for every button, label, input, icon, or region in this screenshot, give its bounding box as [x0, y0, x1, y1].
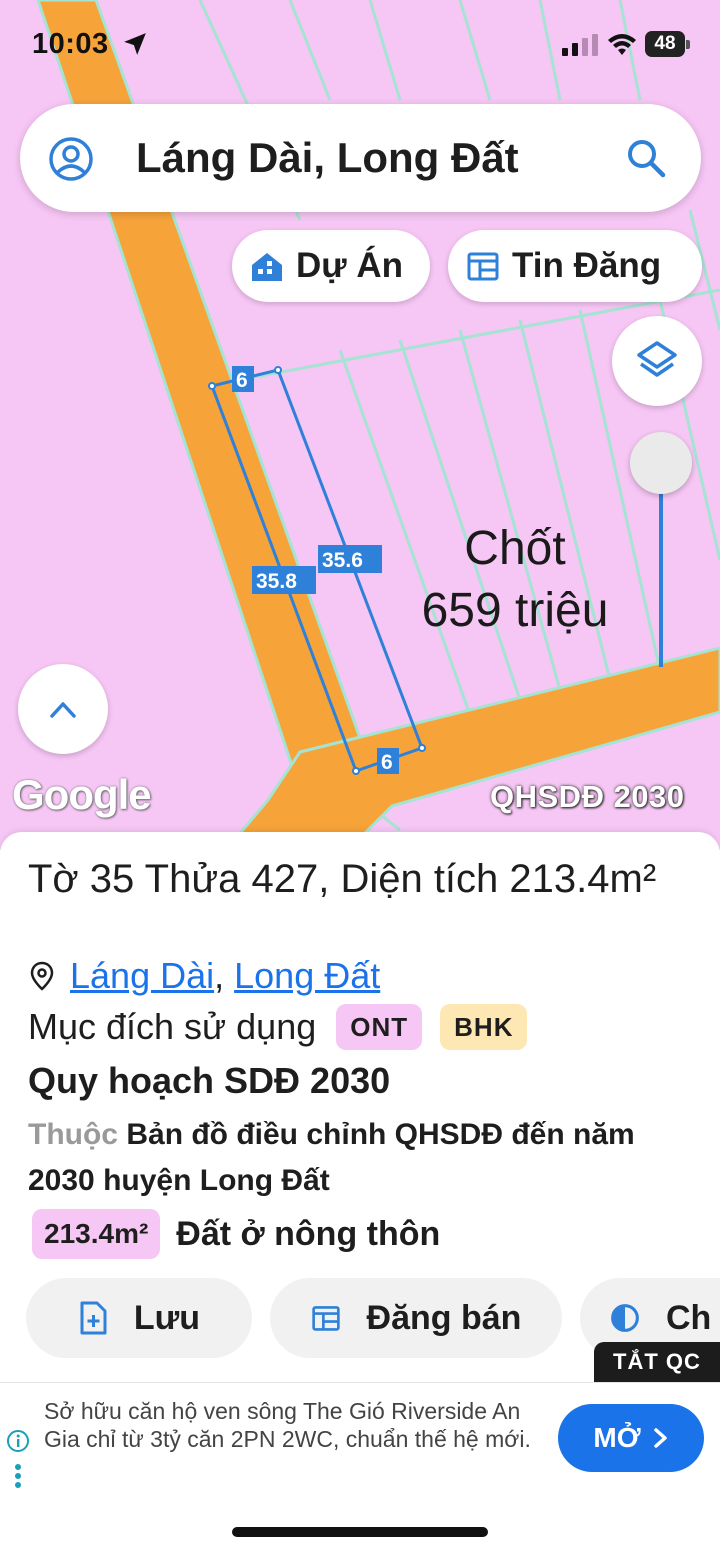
- purpose-tag-bhk: BHK: [440, 1004, 528, 1050]
- land-use-purpose: Mục đích sử dụng ONT BHK: [28, 1002, 528, 1052]
- add-file-icon: [80, 1301, 107, 1335]
- cellular-signal-icon: [562, 34, 598, 56]
- layer-opacity-slider[interactable]: [630, 432, 692, 668]
- wifi-icon: [608, 34, 636, 55]
- annotation-line-2: 659 triệu: [421, 584, 609, 637]
- zoning-area-label: Đất ở nông thôn: [176, 1214, 441, 1253]
- slider-knob[interactable]: [630, 432, 692, 494]
- search-query-text[interactable]: Láng Dài, Long Đất: [136, 134, 519, 182]
- chevron-right-icon: [653, 1428, 667, 1448]
- chevron-up-icon: [50, 702, 76, 718]
- post-button-label: Đăng bán: [366, 1298, 522, 1337]
- parcel-address: Láng Dài , Long Đất: [30, 955, 380, 997]
- save-button[interactable]: Lưu: [26, 1278, 252, 1358]
- contrast-button-label: Ch: [666, 1298, 712, 1337]
- parcel-title: Tờ 35 Thửa 427, Diện tích 213.4m²: [28, 857, 657, 901]
- zoning-area-value: 213.4m²: [32, 1209, 161, 1259]
- projects-chip[interactable]: Dự Án: [232, 230, 430, 302]
- location-arrow-icon: [124, 33, 146, 55]
- ad-open-label: MỞ: [593, 1422, 641, 1453]
- dimension-bottom-label: 6: [381, 751, 393, 774]
- map-layer-name: QHSDĐ 2030: [490, 779, 685, 814]
- post-for-sale-button[interactable]: Đăng bán: [270, 1278, 562, 1358]
- dimension-right-label: 35.6: [322, 549, 363, 572]
- plan-prefix: Thuộc: [28, 1118, 118, 1151]
- info-icon[interactable]: [6, 1429, 30, 1453]
- purpose-label: Mục đích sử dụng: [28, 1006, 317, 1047]
- dimension-top-label: 6: [236, 369, 248, 392]
- commune-link[interactable]: Láng Dài: [70, 955, 214, 997]
- more-options-icon[interactable]: [14, 1463, 22, 1489]
- listings-chip-label: Tin Đăng: [512, 246, 662, 285]
- home-indicator[interactable]: [232, 1527, 488, 1537]
- price-annotation: Chốt 659 triệu: [400, 518, 630, 642]
- map-view[interactable]: 6 35.8 35.6 6 10:03 48 Láng Dài, Long Đấ…: [0, 0, 720, 850]
- location-pin-icon: [30, 961, 54, 991]
- search-icon[interactable]: [624, 136, 668, 180]
- search-bar[interactable]: Láng Dài, Long Đất: [20, 104, 701, 212]
- layers-icon: [637, 341, 677, 377]
- status-time: 10:03: [32, 28, 109, 60]
- listings-chip[interactable]: Tin Đăng: [448, 230, 702, 302]
- district-link[interactable]: Long Đất: [234, 955, 380, 997]
- battery-indicator: 48: [645, 31, 691, 57]
- listing-icon: [467, 252, 499, 281]
- building-icon: [252, 253, 282, 281]
- layers-button[interactable]: [612, 316, 702, 406]
- expand-panel-button[interactable]: [18, 664, 108, 754]
- plan-desc-text: Bản đồ điều chỉnh QHSDĐ đến năm 2030 huy…: [28, 1118, 635, 1197]
- close-ad-button[interactable]: TẮT QC: [594, 1342, 720, 1382]
- ad-open-button[interactable]: MỞ: [558, 1404, 704, 1472]
- google-logo: Google: [12, 771, 152, 818]
- status-bar: 10:03 48: [0, 0, 720, 90]
- save-button-label: Lưu: [133, 1298, 201, 1337]
- purpose-tag-ont: ONT: [336, 1004, 423, 1050]
- listing-icon: [311, 1306, 340, 1331]
- annotation-line-1: Chốt: [464, 522, 566, 575]
- user-account-icon[interactable]: [48, 136, 94, 182]
- battery-level: 48: [645, 31, 685, 57]
- plan-title: Quy hoạch SDĐ 2030: [28, 1060, 391, 1101]
- ad-banner[interactable]: Sở hữu căn hộ ven sông The Gió Riverside…: [0, 1382, 720, 1492]
- ad-text[interactable]: Sở hữu căn hộ ven sông The Gió Riverside…: [44, 1397, 544, 1453]
- contrast-icon: [611, 1304, 639, 1332]
- dimension-left-label: 35.8: [256, 570, 297, 593]
- address-separator: ,: [214, 955, 225, 996]
- plan-description: Thuộc Bản đồ điều chỉnh QHSDĐ đến năm 20…: [28, 1112, 678, 1204]
- projects-chip-label: Dự Án: [296, 246, 403, 285]
- zoning-area-row: 213.4m² Đất ở nông thôn: [32, 1208, 440, 1260]
